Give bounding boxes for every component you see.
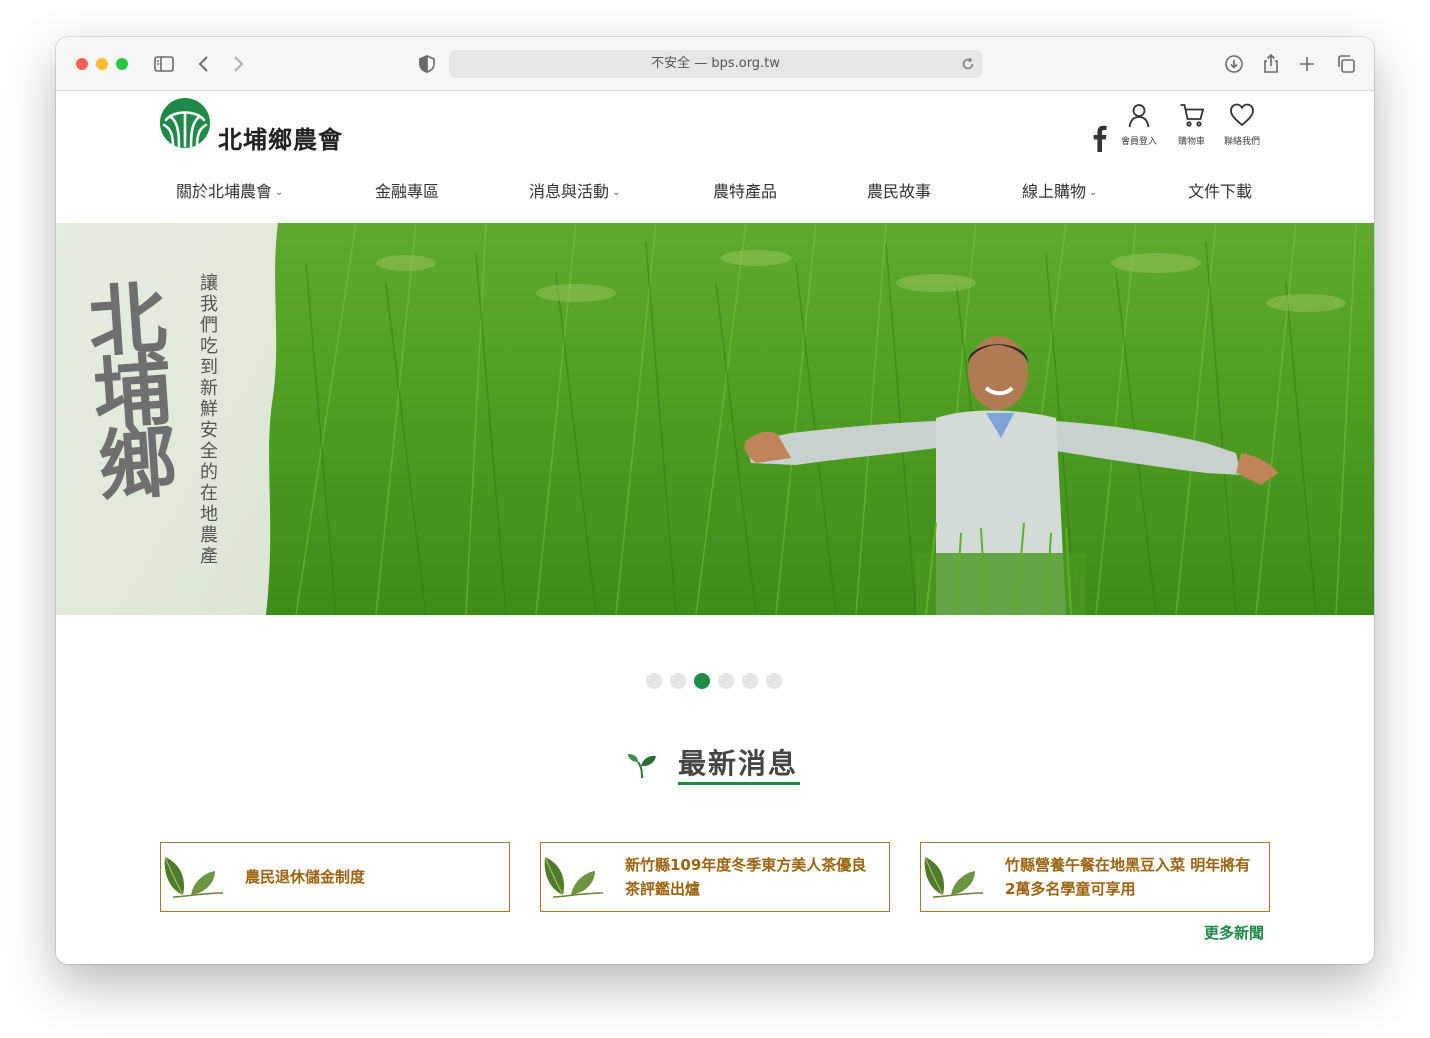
member-login-link[interactable]: 會員登入 xyxy=(1121,102,1157,147)
privacy-shield-icon[interactable] xyxy=(415,52,439,76)
cart-label: 購物車 xyxy=(1178,137,1206,147)
hero-image xyxy=(56,223,1374,615)
news-card-title: 竹縣營養午餐在地黑豆入菜 明年將有2萬多名學童可享用 xyxy=(1005,856,1251,898)
contact-label: 聯絡我們 xyxy=(1224,137,1261,147)
nav-farmer-stories-label: 農民故事 xyxy=(867,182,932,201)
contact-link[interactable]: 聯絡我們 xyxy=(1224,102,1260,147)
nav-online-shop-label: 線上購物 xyxy=(1022,182,1087,201)
logo-text: 北埔鄉農會 xyxy=(218,126,343,154)
slider-dot-4[interactable] xyxy=(718,673,734,689)
news-card[interactable]: 農民退休儲金制度 xyxy=(160,842,510,912)
slider-dot-2[interactable] xyxy=(670,673,686,689)
facebook-icon[interactable] xyxy=(1088,124,1110,152)
browser-window: 不安全 — bps.org.tw 北埔鄉農會 會員登入 購物車 聯絡我們 關於北… xyxy=(56,37,1374,964)
close-window-button[interactable] xyxy=(76,58,88,70)
slider-dot-1[interactable] xyxy=(646,673,662,689)
forward-icon[interactable] xyxy=(226,52,250,76)
main-nav: 關於北埔農會 ⌄ 金融專區 消息與活動 ⌄ 農特產品 農民故事 線上購物 ⌄ 文件下載 xyxy=(56,178,1374,208)
url-text: 不安全 — bps.org.tw xyxy=(651,56,780,71)
tea-leaf-icon xyxy=(544,856,604,898)
slider-dot-5[interactable] xyxy=(742,673,758,689)
download-icon[interactable] xyxy=(1222,52,1246,76)
slider-dot-6[interactable] xyxy=(766,673,782,689)
chevron-down-icon: ⌄ xyxy=(612,187,621,198)
hero-banner[interactable]: 北埔鄉 讓我們吃到新鮮安全的在地農產 xyxy=(56,223,1374,615)
latest-news-title: 最新消息 xyxy=(678,747,799,780)
hero-tagline: 讓我們吃到新鮮安全的在地農產 xyxy=(197,273,218,567)
nav-news-events[interactable]: 消息與活動 ⌄ xyxy=(529,178,620,202)
nav-finance-label: 金融專區 xyxy=(375,182,440,201)
chevron-down-icon: ⌄ xyxy=(1089,187,1098,198)
back-icon[interactable] xyxy=(192,52,216,76)
address-bar[interactable]: 不安全 — bps.org.tw xyxy=(449,50,982,78)
sprout-icon xyxy=(628,754,656,779)
new-tab-icon[interactable] xyxy=(1295,52,1319,76)
member-login-label: 會員登入 xyxy=(1121,137,1158,147)
nav-downloads[interactable]: 文件下載 xyxy=(1188,178,1252,202)
chevron-down-icon: ⌄ xyxy=(275,187,284,198)
news-card-title: 農民退休儲金制度 xyxy=(245,868,366,886)
logo-mark-icon xyxy=(160,98,210,148)
latest-news-heading: 最新消息 xyxy=(626,742,826,792)
title-underline xyxy=(678,782,800,785)
tea-leaf-icon xyxy=(924,856,984,898)
hero-calligraphy: 北埔鄉 xyxy=(72,276,179,498)
browser-toolbar: 不安全 — bps.org.tw xyxy=(56,37,1374,91)
nav-farmer-stories[interactable]: 農民故事 xyxy=(867,178,931,202)
news-card-title: 新竹縣109年度冬季東方美人茶優良茶評鑑出爐 xyxy=(625,856,867,898)
nav-about-label: 關於北埔農會 xyxy=(176,182,273,201)
slider-dot-3-active[interactable] xyxy=(694,673,710,689)
more-news-link[interactable]: 更多新聞 xyxy=(1204,922,1264,943)
heart-icon xyxy=(1230,103,1254,127)
nav-products[interactable]: 農特產品 xyxy=(713,178,777,202)
share-icon[interactable] xyxy=(1259,52,1283,76)
nav-finance[interactable]: 金融專區 xyxy=(375,178,439,202)
sidebar-icon[interactable] xyxy=(152,52,176,76)
nav-news-events-label: 消息與活動 xyxy=(529,182,610,201)
tab-overview-icon[interactable] xyxy=(1334,52,1358,76)
cart-icon xyxy=(1180,104,1204,127)
news-card[interactable]: 新竹縣109年度冬季東方美人茶優良茶評鑑出爐 xyxy=(540,842,890,912)
nav-products-label: 農特產品 xyxy=(713,182,778,201)
minimize-window-button[interactable] xyxy=(96,58,108,70)
nav-about[interactable]: 關於北埔農會 ⌄ xyxy=(176,178,283,202)
zoom-window-button[interactable] xyxy=(116,58,128,70)
nav-downloads-label: 文件下載 xyxy=(1188,182,1253,201)
reload-icon[interactable] xyxy=(960,56,976,72)
web-page: 北埔鄉農會 會員登入 購物車 聯絡我們 關於北埔農會 ⌄ 金融專區 消息與活動 ⌄ xyxy=(56,92,1374,964)
site-logo[interactable]: 北埔鄉農會 xyxy=(160,98,390,154)
tea-leaf-icon xyxy=(164,856,224,898)
cart-link[interactable]: 購物車 xyxy=(1178,102,1205,147)
news-card[interactable]: 竹縣營養午餐在地黑豆入菜 明年將有2萬多名學童可享用 xyxy=(920,842,1270,912)
nav-online-shop[interactable]: 線上購物 ⌄ xyxy=(1022,178,1097,202)
user-icon xyxy=(1128,104,1150,128)
